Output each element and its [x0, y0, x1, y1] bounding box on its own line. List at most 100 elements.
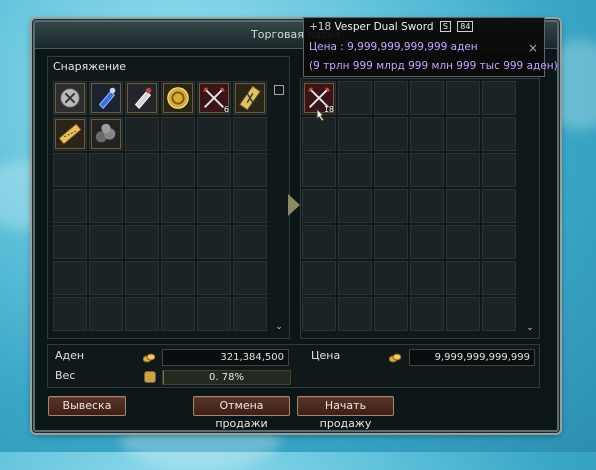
sell-list-slot[interactable]	[338, 153, 372, 187]
total-price-field[interactable]: 9,999,999,999,999	[409, 349, 535, 366]
inventory-slot[interactable]	[197, 225, 231, 259]
inventory-slot[interactable]: 6	[197, 81, 231, 115]
gold-coin-icon[interactable]	[163, 83, 193, 113]
shield-emblem-icon[interactable]	[55, 83, 85, 113]
sell-list-slot[interactable]	[338, 225, 372, 259]
inventory-slot[interactable]	[161, 189, 195, 223]
inventory-slot[interactable]	[125, 117, 159, 151]
sell-list-slot[interactable]	[374, 225, 408, 259]
sell-list-slot[interactable]	[338, 189, 372, 223]
inventory-slot[interactable]	[161, 117, 195, 151]
sell-list-slot[interactable]	[446, 81, 480, 115]
close-icon[interactable]: ×	[528, 42, 540, 54]
inventory-slot[interactable]	[197, 189, 231, 223]
sell-list-slot[interactable]	[446, 261, 480, 295]
inventory-slot[interactable]	[89, 261, 123, 295]
inventory-slot[interactable]	[197, 153, 231, 187]
sell-list-slot[interactable]	[482, 189, 516, 223]
adena-amount: 321,384,500	[162, 349, 289, 366]
sell-list-slot[interactable]	[302, 261, 336, 295]
inventory-slot[interactable]	[89, 117, 123, 151]
sell-list-slot[interactable]	[482, 225, 516, 259]
sell-list-slot[interactable]	[446, 117, 480, 151]
inventory-slot[interactable]	[89, 225, 123, 259]
inventory-slot[interactable]	[53, 81, 87, 115]
ore-pile-icon[interactable]	[91, 119, 121, 149]
inventory-slot[interactable]	[161, 81, 195, 115]
inventory-slot[interactable]	[53, 225, 87, 259]
restore-icon[interactable]	[274, 85, 284, 95]
inventory-slot[interactable]	[125, 261, 159, 295]
inventory-slot[interactable]	[233, 225, 267, 259]
inventory-slot[interactable]	[125, 153, 159, 187]
cancel-sale-button[interactable]: Отмена продажи	[193, 396, 290, 430]
sell-list-slot[interactable]	[302, 117, 336, 151]
sell-list-slot[interactable]	[410, 297, 444, 331]
sign-button[interactable]: Вывеска	[48, 396, 126, 416]
sell-list-slot[interactable]	[410, 117, 444, 151]
scroll-icon[interactable]	[55, 119, 85, 149]
sell-list-slot[interactable]	[410, 189, 444, 223]
inventory-slot[interactable]	[233, 261, 267, 295]
sell-list-slot[interactable]	[302, 189, 336, 223]
sell-list-slot[interactable]	[338, 117, 372, 151]
sell-list-slot[interactable]	[374, 81, 408, 115]
inventory-slot[interactable]	[233, 297, 267, 331]
sell-list-slot[interactable]	[482, 297, 516, 331]
inventory-slot[interactable]	[233, 189, 267, 223]
sell-list-slot[interactable]	[338, 81, 372, 115]
start-sale-button[interactable]: Начать продажу	[297, 396, 394, 430]
enchant-scroll-icon[interactable]	[235, 83, 265, 113]
sell-list-slot[interactable]	[410, 261, 444, 295]
sell-list-slot[interactable]	[302, 225, 336, 259]
inventory-slot[interactable]	[53, 297, 87, 331]
blue-potion-icon[interactable]	[91, 83, 121, 113]
inventory-slot[interactable]	[89, 189, 123, 223]
sell-list-slot[interactable]	[446, 225, 480, 259]
sell-list-slot[interactable]	[374, 189, 408, 223]
sell-list-slot[interactable]	[482, 81, 516, 115]
inventory-slot[interactable]	[89, 81, 123, 115]
sell-list-slot[interactable]	[410, 153, 444, 187]
inventory-slot[interactable]	[161, 261, 195, 295]
inventory-slot[interactable]	[161, 153, 195, 187]
sell-list-slot[interactable]	[338, 297, 372, 331]
sell-list-panel: 18 ⌄	[300, 78, 540, 339]
sell-list-slot[interactable]	[446, 189, 480, 223]
inventory-slot[interactable]	[233, 153, 267, 187]
inventory-slot[interactable]	[161, 225, 195, 259]
sell-list-slot[interactable]	[446, 153, 480, 187]
inventory-slot[interactable]	[89, 297, 123, 331]
inventory-slot[interactable]	[233, 117, 267, 151]
inventory-slot[interactable]	[53, 153, 87, 187]
sell-list-slot[interactable]	[482, 153, 516, 187]
sell-list-slot[interactable]	[302, 153, 336, 187]
sell-list-slot[interactable]	[374, 297, 408, 331]
sell-list-slot[interactable]	[302, 297, 336, 331]
sell-list-slot[interactable]	[338, 261, 372, 295]
inventory-slot[interactable]	[125, 225, 159, 259]
inventory-slot[interactable]	[197, 261, 231, 295]
sell-list-slot[interactable]	[410, 81, 444, 115]
inventory-slot[interactable]	[233, 81, 267, 115]
inventory-slot[interactable]	[197, 297, 231, 331]
inventory-slot[interactable]	[89, 153, 123, 187]
sell-list-slot[interactable]	[446, 297, 480, 331]
inventory-slot[interactable]	[125, 189, 159, 223]
white-potion-icon[interactable]	[127, 83, 157, 113]
inventory-slot[interactable]	[197, 117, 231, 151]
inventory-slot[interactable]	[53, 117, 87, 151]
inventory-scroll-down-icon[interactable]: ⌄	[274, 322, 284, 332]
sell-list-slot[interactable]	[374, 117, 408, 151]
sell-list-slot[interactable]	[374, 261, 408, 295]
inventory-slot[interactable]	[125, 81, 159, 115]
inventory-slot[interactable]	[161, 297, 195, 331]
sell-list-slot[interactable]	[482, 117, 516, 151]
sell-list-slot[interactable]	[410, 225, 444, 259]
inventory-slot[interactable]	[53, 189, 87, 223]
sell-list-scroll-down-icon[interactable]: ⌄	[525, 323, 535, 333]
inventory-slot[interactable]	[53, 261, 87, 295]
sell-list-slot[interactable]	[482, 261, 516, 295]
sell-list-slot[interactable]	[374, 153, 408, 187]
inventory-slot[interactable]	[125, 297, 159, 331]
